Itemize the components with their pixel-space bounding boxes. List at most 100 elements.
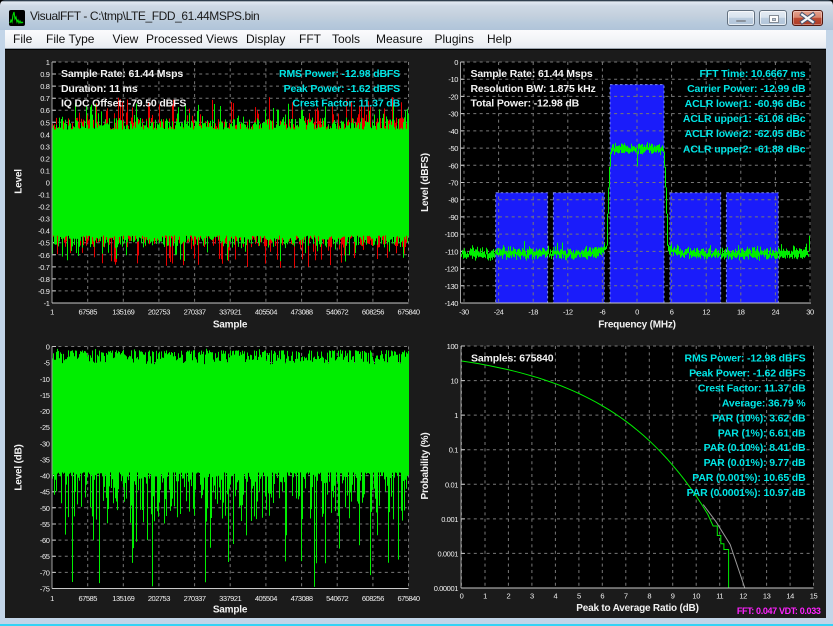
svg-text:Level (dB): Level (dB) bbox=[14, 444, 25, 490]
svg-text:Duration: 11 ms: Duration: 11 ms bbox=[61, 83, 138, 95]
svg-text:12: 12 bbox=[702, 308, 710, 317]
svg-text:-70: -70 bbox=[40, 568, 50, 577]
svg-text:-24: -24 bbox=[494, 308, 504, 317]
svg-text:-100: -100 bbox=[445, 230, 459, 239]
svg-text:405504: 405504 bbox=[255, 308, 277, 317]
svg-text:18: 18 bbox=[737, 308, 745, 317]
svg-text:100: 100 bbox=[447, 342, 459, 351]
svg-text:10: 10 bbox=[692, 592, 700, 601]
svg-text:ACLR lower2: -62.05 dBc: ACLR lower2: -62.05 dBc bbox=[685, 128, 806, 140]
svg-text:Level: Level bbox=[14, 169, 25, 194]
svg-text:405504: 405504 bbox=[255, 594, 277, 603]
svg-text:0.9: 0.9 bbox=[40, 70, 49, 79]
svg-text:24: 24 bbox=[772, 308, 780, 317]
svg-text:-12: -12 bbox=[563, 308, 573, 317]
svg-text:-70: -70 bbox=[448, 179, 458, 188]
svg-text:PAR (1%): 6.61 dB: PAR (1%): 6.61 dB bbox=[718, 427, 806, 439]
svg-text:5: 5 bbox=[577, 592, 581, 601]
svg-text:3: 3 bbox=[530, 592, 534, 601]
svg-text:Sample: Sample bbox=[213, 605, 248, 616]
svg-text:Probability (%): Probability (%) bbox=[420, 432, 431, 499]
svg-text:0.1: 0.1 bbox=[40, 166, 49, 175]
svg-text:ACLR upper1: -61.08 dBc: ACLR upper1: -61.08 dBc bbox=[683, 113, 806, 125]
svg-text:PAR (0.001%): 10.65 dB: PAR (0.001%): 10.65 dB bbox=[692, 472, 806, 484]
svg-text:1: 1 bbox=[454, 411, 458, 420]
svg-text:Resolution BW: 1.875 kHz: Resolution BW: 1.875 kHz bbox=[471, 83, 596, 95]
svg-text:-0.4: -0.4 bbox=[38, 227, 50, 236]
svg-text:1: 1 bbox=[483, 592, 487, 601]
svg-text:PAR (0.0001%): 10.97 dB: PAR (0.0001%): 10.97 dB bbox=[687, 487, 806, 499]
svg-text:337921: 337921 bbox=[219, 308, 241, 317]
svg-text:Peak to Average Ratio (dB): Peak to Average Ratio (dB) bbox=[576, 603, 698, 614]
svg-text:PAR (0.01%): 9.77 dB: PAR (0.01%): 9.77 dB bbox=[704, 457, 806, 469]
svg-text:0.00001: 0.00001 bbox=[434, 584, 459, 593]
svg-text:675840: 675840 bbox=[397, 594, 419, 603]
svg-text:-0.9: -0.9 bbox=[38, 287, 50, 296]
svg-text:675840: 675840 bbox=[397, 308, 419, 317]
svg-text:337921: 337921 bbox=[219, 594, 241, 603]
svg-text:-50: -50 bbox=[40, 504, 50, 513]
svg-text:Sample Rate: 61.44 Msps: Sample Rate: 61.44 Msps bbox=[471, 68, 593, 80]
svg-text:67585: 67585 bbox=[79, 308, 98, 317]
svg-text:13: 13 bbox=[763, 592, 771, 601]
svg-text:1: 1 bbox=[46, 58, 50, 67]
svg-text:8: 8 bbox=[647, 592, 651, 601]
svg-text:7: 7 bbox=[624, 592, 628, 601]
svg-text:67585: 67585 bbox=[79, 594, 98, 603]
svg-text:-0.1: -0.1 bbox=[38, 191, 50, 200]
svg-text:0.001: 0.001 bbox=[441, 515, 458, 524]
svg-text:-35: -35 bbox=[40, 455, 50, 464]
svg-text:202753: 202753 bbox=[148, 308, 170, 317]
svg-text:0: 0 bbox=[46, 343, 50, 352]
svg-text:-45: -45 bbox=[40, 488, 50, 497]
svg-text:-80: -80 bbox=[448, 196, 458, 205]
svg-text:540672: 540672 bbox=[326, 308, 348, 317]
svg-text:15: 15 bbox=[810, 592, 818, 601]
svg-text:-0.5: -0.5 bbox=[38, 239, 50, 248]
svg-text:Crest Factor: 11.37 dB: Crest Factor: 11.37 dB bbox=[292, 98, 400, 110]
svg-text:-30: -30 bbox=[459, 308, 469, 317]
svg-text:PAR (10%): 3.62 dB: PAR (10%): 3.62 dB bbox=[712, 412, 806, 424]
svg-text:Peak Power: -1.62 dBFS: Peak Power: -1.62 dBFS bbox=[689, 368, 805, 380]
svg-text:-1: -1 bbox=[44, 299, 50, 308]
svg-text:Peak Power: -1.62 dBFS: Peak Power: -1.62 dBFS bbox=[284, 83, 400, 95]
svg-text:30: 30 bbox=[806, 308, 814, 317]
svg-text:-140: -140 bbox=[445, 299, 459, 308]
svg-text:2: 2 bbox=[507, 592, 511, 601]
svg-text:0.8: 0.8 bbox=[40, 82, 49, 91]
svg-text:Samples: 675840: Samples: 675840 bbox=[471, 353, 554, 365]
svg-text:Sample: Sample bbox=[213, 320, 248, 331]
svg-text:RMS Power: -12.98 dBFS: RMS Power: -12.98 dBFS bbox=[279, 68, 400, 80]
svg-text:Average: 36.79 %: Average: 36.79 % bbox=[722, 397, 806, 409]
svg-text:Frequency (MHz): Frequency (MHz) bbox=[598, 320, 676, 331]
svg-text:6: 6 bbox=[600, 592, 604, 601]
svg-text:-0.7: -0.7 bbox=[38, 263, 50, 272]
svg-text:270337: 270337 bbox=[184, 594, 206, 603]
svg-text:Carrier Power: -12.99 dB: Carrier Power: -12.99 dB bbox=[687, 83, 806, 95]
svg-text:0: 0 bbox=[460, 592, 464, 601]
svg-text:-60: -60 bbox=[40, 536, 50, 545]
svg-text:-10: -10 bbox=[448, 75, 458, 84]
svg-text:0.01: 0.01 bbox=[445, 480, 458, 489]
svg-text:-120: -120 bbox=[445, 265, 459, 274]
svg-text:473088: 473088 bbox=[291, 308, 313, 317]
svg-text:IQ DC Offset: -79.50 dBFS: IQ DC Offset: -79.50 dBFS bbox=[61, 98, 186, 110]
svg-text:608256: 608256 bbox=[362, 594, 384, 603]
svg-text:0.5: 0.5 bbox=[40, 118, 49, 127]
svg-text:202753: 202753 bbox=[148, 594, 170, 603]
svg-text:9: 9 bbox=[671, 592, 675, 601]
svg-text:-10: -10 bbox=[40, 375, 50, 384]
svg-text:-6: -6 bbox=[599, 308, 605, 317]
svg-text:-0.3: -0.3 bbox=[38, 215, 50, 224]
svg-text:14: 14 bbox=[786, 592, 794, 601]
svg-text:PAR (0.10%): 8.41 dB: PAR (0.10%): 8.41 dB bbox=[704, 442, 806, 454]
svg-text:-5: -5 bbox=[44, 359, 50, 368]
svg-text:-0.6: -0.6 bbox=[38, 251, 50, 260]
svg-text:0: 0 bbox=[454, 58, 458, 67]
svg-text:0.3: 0.3 bbox=[40, 142, 49, 151]
svg-text:Sample Rate: 61.44 Msps: Sample Rate: 61.44 Msps bbox=[61, 68, 183, 80]
svg-text:0.0001: 0.0001 bbox=[437, 549, 458, 558]
svg-text:6: 6 bbox=[670, 308, 674, 317]
svg-text:1: 1 bbox=[50, 308, 54, 317]
svg-text:-25: -25 bbox=[40, 423, 50, 432]
